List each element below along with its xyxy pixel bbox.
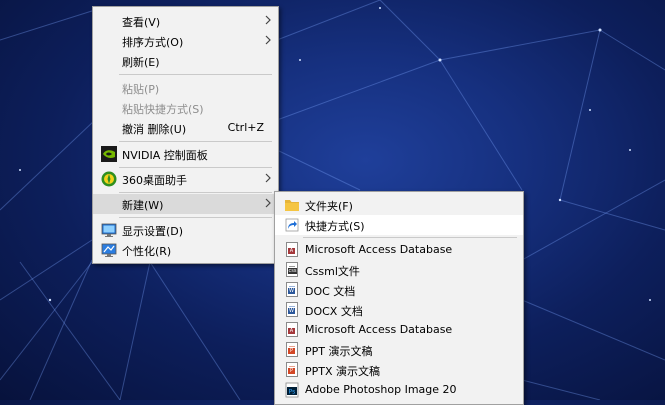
new-item-label: 文件夹(F): [305, 200, 353, 213]
new-item-label: Microsoft Access Database: [305, 243, 453, 256]
menu-item-display-settings[interactable]: 显示设置(D): [93, 220, 278, 240]
new-item-docx-document[interactable]: W DOCX 文档: [275, 300, 523, 320]
new-item-label: 快捷方式(S): [305, 220, 365, 233]
menu-separator: [119, 74, 272, 75]
menu-separator: [119, 192, 272, 193]
new-submenu: 文件夹(F) 快捷方式(S) A Microsoft Access Databa…: [274, 191, 524, 405]
menu-item-360-desktop-assistant[interactable]: 360桌面助手: [93, 169, 278, 189]
photoshop-image-icon: Ps: [285, 382, 299, 398]
360-desktop-assistant-icon: [101, 171, 117, 187]
menu-item-sort-by[interactable]: 排序方式(O): [93, 31, 278, 51]
menu-item-label: 排序方式(O): [122, 36, 184, 49]
menu-item-view[interactable]: 查看(V): [93, 11, 278, 31]
new-item-label: DOCX 文档: [305, 305, 363, 318]
personalize-icon: [101, 243, 117, 257]
menu-item-label: 查看(V): [122, 16, 161, 29]
menu-item-label: NVIDIA 控制面板: [122, 149, 208, 162]
menu-item-label: 360桌面助手: [122, 174, 187, 187]
new-item-shortcut[interactable]: 快捷方式(S): [275, 215, 523, 235]
new-item-pptx-presentation[interactable]: P PPTX 演示文稿: [275, 360, 523, 380]
new-item-label: Cssml文件: [305, 265, 360, 278]
menu-item-label: 显示设置(D): [122, 225, 184, 238]
new-item-label: Adobe Photoshop Image 20: [305, 383, 457, 396]
new-item-cssml-file[interactable]: css Cssml文件: [275, 260, 523, 280]
menu-item-shortcut: Ctrl+Z: [227, 121, 264, 134]
menu-item-label: 刷新(E): [122, 56, 160, 69]
nvidia-icon: [101, 146, 117, 162]
chevron-right-icon: [265, 15, 271, 25]
desktop-context-menu: 查看(V) 排序方式(O) 刷新(E) 粘贴(P) 粘贴快捷方式(S) 撤消 删…: [92, 6, 279, 264]
menu-item-new[interactable]: 新建(W): [93, 194, 278, 214]
shortcut-icon: [285, 218, 299, 232]
new-item-photoshop-image[interactable]: Ps Adobe Photoshop Image 20: [275, 380, 523, 400]
pptx-file-icon: P: [286, 362, 298, 377]
chevron-right-icon: [265, 35, 271, 45]
chevron-right-icon: [265, 173, 271, 183]
display-settings-icon: [101, 223, 117, 237]
new-item-access-database-2[interactable]: A Microsoft Access Database: [275, 320, 523, 340]
new-item-label: DOC 文档: [305, 285, 356, 298]
menu-item-label: 粘贴(P): [122, 83, 160, 96]
cssml-file-icon: css: [286, 262, 298, 277]
menu-item-nvidia-control-panel[interactable]: NVIDIA 控制面板: [93, 144, 278, 164]
new-item-folder[interactable]: 文件夹(F): [275, 195, 523, 215]
menu-separator: [119, 141, 272, 142]
new-item-doc-document[interactable]: W DOC 文档: [275, 280, 523, 300]
doc-file-icon: W: [286, 282, 298, 297]
menu-item-label: 新建(W): [122, 199, 164, 212]
menu-item-paste: 粘贴(P): [93, 78, 278, 98]
ppt-file-icon: P: [286, 342, 298, 357]
menu-separator: [119, 217, 272, 218]
new-item-ppt-presentation[interactable]: P PPT 演示文稿: [275, 340, 523, 360]
new-item-label: PPT 演示文稿: [305, 345, 373, 358]
access-database-icon: A: [286, 242, 298, 257]
docx-file-icon: W: [286, 302, 298, 317]
menu-item-label: 个性化(R): [122, 245, 172, 258]
chevron-right-icon: [265, 198, 271, 208]
menu-item-label: 撤消 删除(U): [122, 123, 187, 136]
access-database-icon: A: [286, 322, 298, 337]
menu-item-label: 粘贴快捷方式(S): [122, 103, 204, 116]
menu-item-undo-delete[interactable]: 撤消 删除(U) Ctrl+Z: [93, 118, 278, 138]
svg-text:Ps: Ps: [289, 389, 296, 396]
menu-item-paste-shortcut: 粘贴快捷方式(S): [93, 98, 278, 118]
new-item-access-database[interactable]: A Microsoft Access Database: [275, 240, 523, 260]
menu-separator: [303, 237, 517, 238]
folder-icon: [285, 200, 299, 211]
menu-separator: [119, 167, 272, 168]
menu-item-personalize[interactable]: 个性化(R): [93, 240, 278, 260]
new-item-label: PPTX 演示文稿: [305, 365, 381, 378]
menu-item-refresh[interactable]: 刷新(E): [93, 51, 278, 71]
new-item-label: Microsoft Access Database: [305, 323, 453, 336]
